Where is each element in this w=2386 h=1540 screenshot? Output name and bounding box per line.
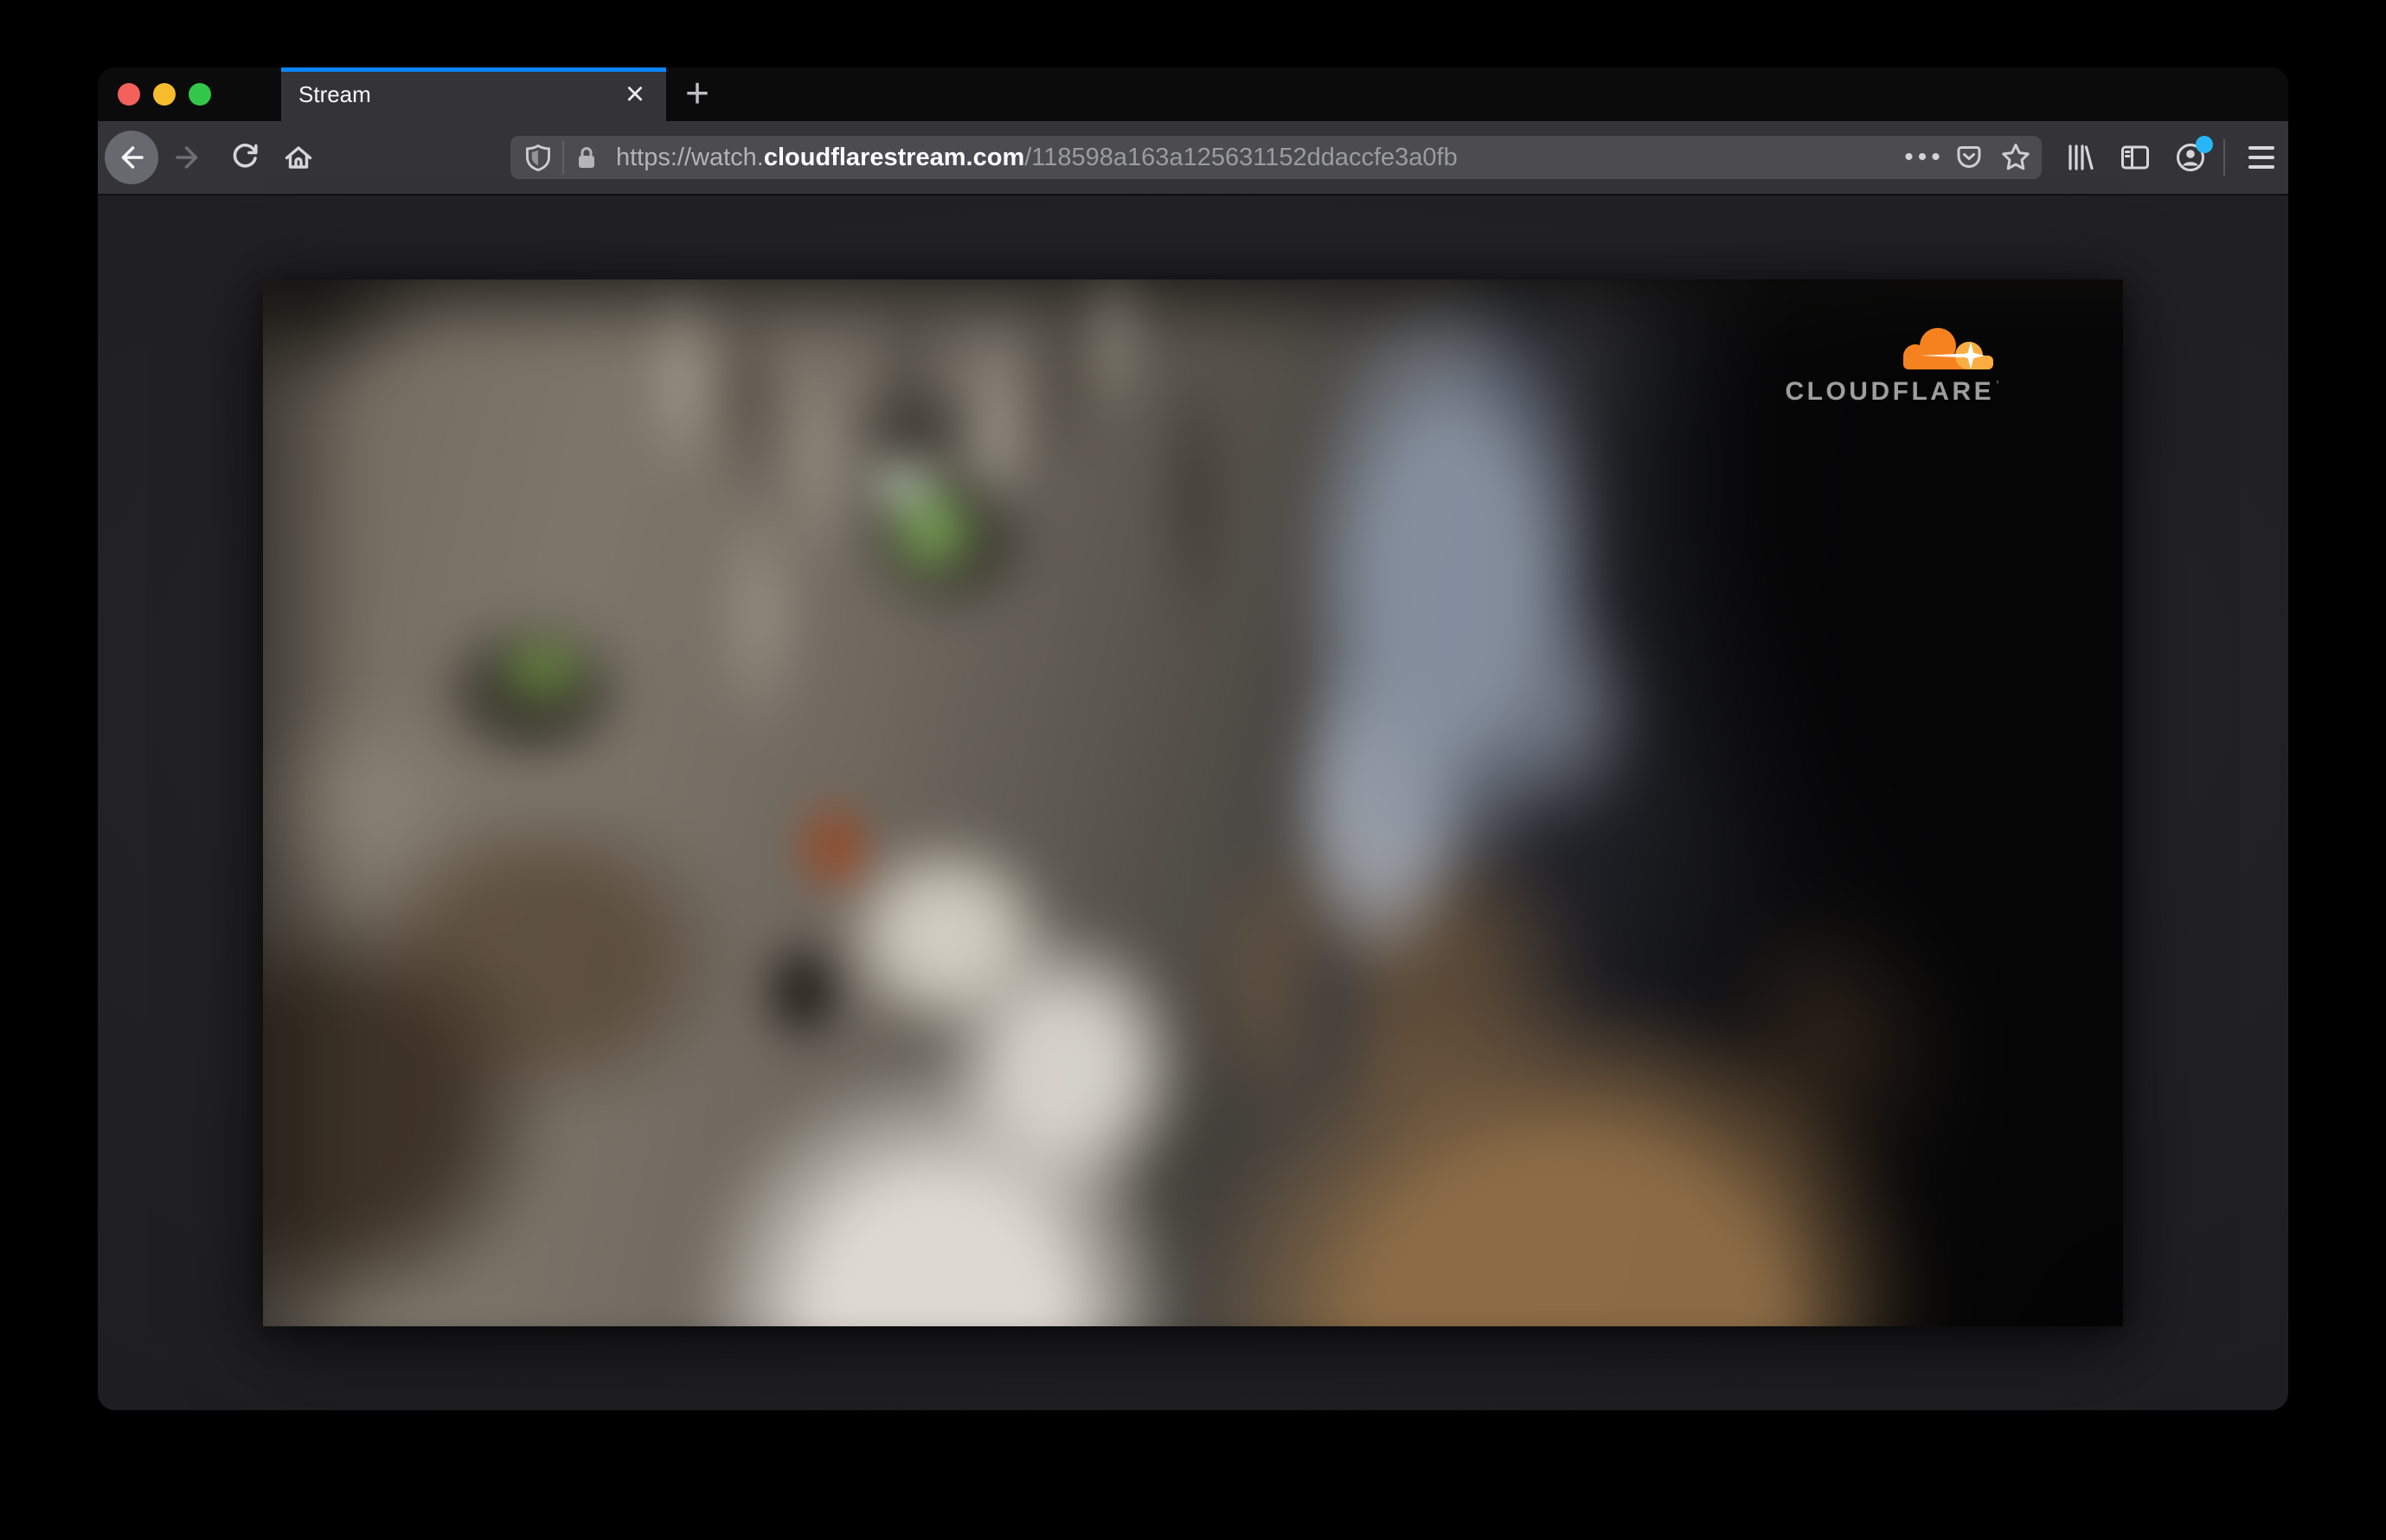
reload-button[interactable] xyxy=(224,131,266,184)
window-close-button[interactable] xyxy=(118,83,140,106)
forward-button[interactable] xyxy=(167,131,208,184)
library-icon xyxy=(2062,140,2097,175)
pocket-icon xyxy=(1953,142,1985,173)
lock-icon xyxy=(573,144,600,171)
url-domain: cloudflarestream.com xyxy=(763,143,1025,171)
account-button[interactable] xyxy=(2170,131,2213,184)
shield-icon xyxy=(523,143,553,172)
tab-close-icon[interactable]: × xyxy=(613,67,657,121)
ellipsis-icon: ••• xyxy=(1904,143,1945,171)
address-bar[interactable]: https://watch.cloudflarestream.com/11859… xyxy=(510,136,2042,179)
cloudflare-logo: CLOUDFLARE’ xyxy=(1785,324,2002,405)
tab-stream[interactable]: Stream × xyxy=(281,67,666,121)
sidebar-button[interactable] xyxy=(2114,131,2156,184)
page-content: CLOUDFLARE’ xyxy=(98,196,2288,1410)
url-prefix: https://watch. xyxy=(616,143,764,171)
window-minimize-button[interactable] xyxy=(153,83,176,106)
tab-bar: Stream × + xyxy=(98,67,2288,121)
notification-dot xyxy=(2196,136,2213,153)
library-button[interactable] xyxy=(2059,131,2101,184)
menu-button[interactable] xyxy=(2235,131,2277,184)
bookmark-button[interactable] xyxy=(1997,136,2035,179)
video-player[interactable]: CLOUDFLARE’ xyxy=(263,279,2123,1326)
cloudflare-wordmark: CLOUDFLARE’ xyxy=(1785,379,2002,405)
save-to-pocket-button[interactable] xyxy=(1950,136,1988,179)
cloudflare-cloud-icon xyxy=(1895,324,2002,374)
bookmark-star-icon xyxy=(1999,141,2032,174)
window-zoom-button[interactable] xyxy=(189,83,211,106)
home-icon xyxy=(281,140,316,175)
page-actions-button[interactable]: ••• xyxy=(1903,136,1941,179)
window-controls xyxy=(118,83,211,106)
tab-title: Stream xyxy=(298,80,371,107)
back-icon xyxy=(114,140,149,175)
toolbar-separator xyxy=(2223,139,2225,176)
navigation-toolbar: https://watch.cloudflarestream.com/11859… xyxy=(98,121,2288,196)
home-button[interactable] xyxy=(278,131,319,184)
url-text[interactable]: https://watch.cloudflarestream.com/11859… xyxy=(616,144,1895,172)
hamburger-icon xyxy=(2248,146,2274,169)
address-bar-separator xyxy=(562,141,564,174)
browser-window: Stream × + https://watch.cloudflarestrea… xyxy=(98,67,2288,1410)
back-button[interactable] xyxy=(105,131,158,184)
new-tab-button[interactable]: + xyxy=(677,67,718,121)
cloudflare-wordmark-text: CLOUDFLARE xyxy=(1785,377,1995,407)
reload-icon xyxy=(228,140,262,175)
video-frame-cat xyxy=(263,279,2123,1326)
tracking-protection-button[interactable] xyxy=(521,136,555,179)
cloudflare-trademark: ’ xyxy=(1996,378,2003,392)
url-path: /118598a163a125631152ddaccfe3a0fb xyxy=(1024,143,1458,171)
sidebar-icon xyxy=(2118,140,2152,175)
forward-icon xyxy=(170,140,205,175)
